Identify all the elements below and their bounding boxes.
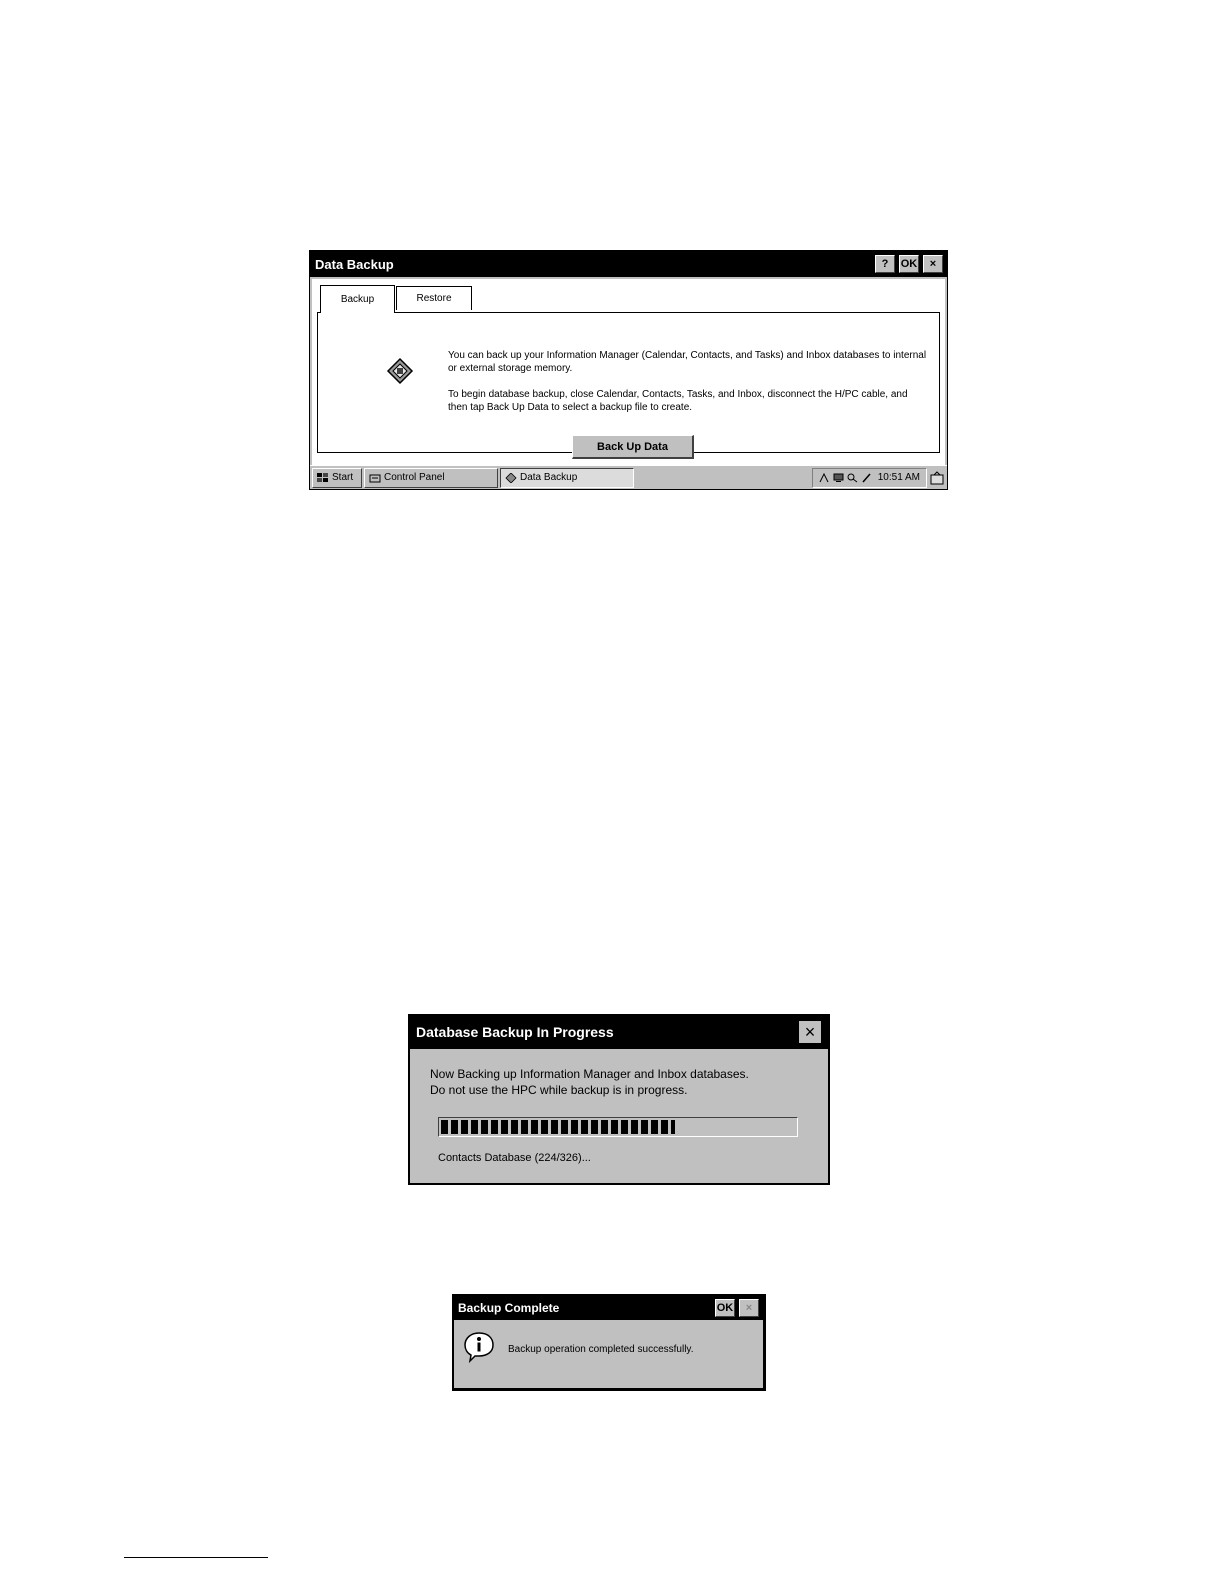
complete-message: Backup operation completed successfully. [508, 1344, 694, 1355]
progress-status: Contacts Database (224/326)... [438, 1152, 591, 1164]
data-backup-window: Data Backup ? OK × Backup Restore You ca… [309, 250, 948, 490]
taskbar: Start Control Panel Data Backup 10:51 AM [310, 465, 947, 489]
dialog-title: Backup Complete [458, 1301, 560, 1315]
backup-complete-dialog: Backup Complete OK × Backup operation co… [452, 1294, 766, 1391]
window-client: Backup Restore You can back up your Info… [312, 279, 945, 465]
task-control-panel[interactable]: Control Panel [364, 467, 498, 488]
dialog-title: Database Backup In Progress [416, 1024, 614, 1040]
system-tray: 10:51 AM [811, 467, 927, 488]
start-button[interactable]: Start [312, 467, 362, 488]
footnote-rule [124, 1557, 268, 1558]
task-label: Data Backup [520, 472, 578, 483]
help-button[interactable]: ? [875, 255, 895, 273]
ok-button[interactable]: OK [715, 1299, 735, 1317]
progress-message: Now Backing up Information Manager and I… [430, 1066, 820, 1098]
task-label: Control Panel [384, 472, 445, 483]
tab-restore[interactable]: Restore [396, 286, 472, 310]
close-button[interactable]: × [923, 255, 943, 273]
close-button[interactable]: × [798, 1020, 822, 1044]
pen-icon[interactable] [861, 473, 872, 483]
connection-icon[interactable] [819, 472, 830, 483]
title-bar: Database Backup In Progress × [410, 1016, 828, 1049]
backup-tab-panel: You can back up your Information Manager… [317, 312, 940, 459]
task-data-backup[interactable]: Data Backup [500, 467, 634, 488]
windows-logo-icon [317, 472, 329, 483]
back-up-data-button[interactable]: Back Up Data [572, 435, 694, 459]
title-bar: Data Backup ? OK × [310, 251, 947, 277]
progress-message-line-1: Now Backing up Information Manager and I… [430, 1067, 749, 1081]
window-title: Data Backup [315, 256, 394, 272]
close-button[interactable]: × [739, 1299, 759, 1317]
clock: 10:51 AM [877, 472, 920, 483]
show-desktop-icon[interactable] [929, 469, 945, 487]
information-icon [462, 1330, 496, 1364]
tab-backup[interactable]: Backup [320, 285, 395, 313]
pc-link-icon[interactable] [833, 473, 844, 483]
title-bar: Backup Complete OK × [454, 1296, 763, 1320]
progress-bar [438, 1117, 798, 1137]
data-backup-small-icon [505, 471, 517, 484]
start-label: Start [332, 472, 354, 483]
backup-progress-dialog: Database Backup In Progress × Now Backin… [408, 1014, 830, 1185]
progress-message-line-2: Do not use the HPC while backup is in pr… [430, 1083, 688, 1097]
progress-bar-fill [441, 1120, 675, 1134]
ok-button[interactable]: OK [899, 255, 919, 273]
data-backup-icon [382, 353, 418, 389]
instructions-text: To begin database backup, close Calendar… [448, 389, 908, 413]
control-panel-icon [369, 473, 381, 483]
intro-text: You can back up your Information Manager… [448, 350, 927, 374]
search-icon[interactable] [847, 473, 858, 483]
